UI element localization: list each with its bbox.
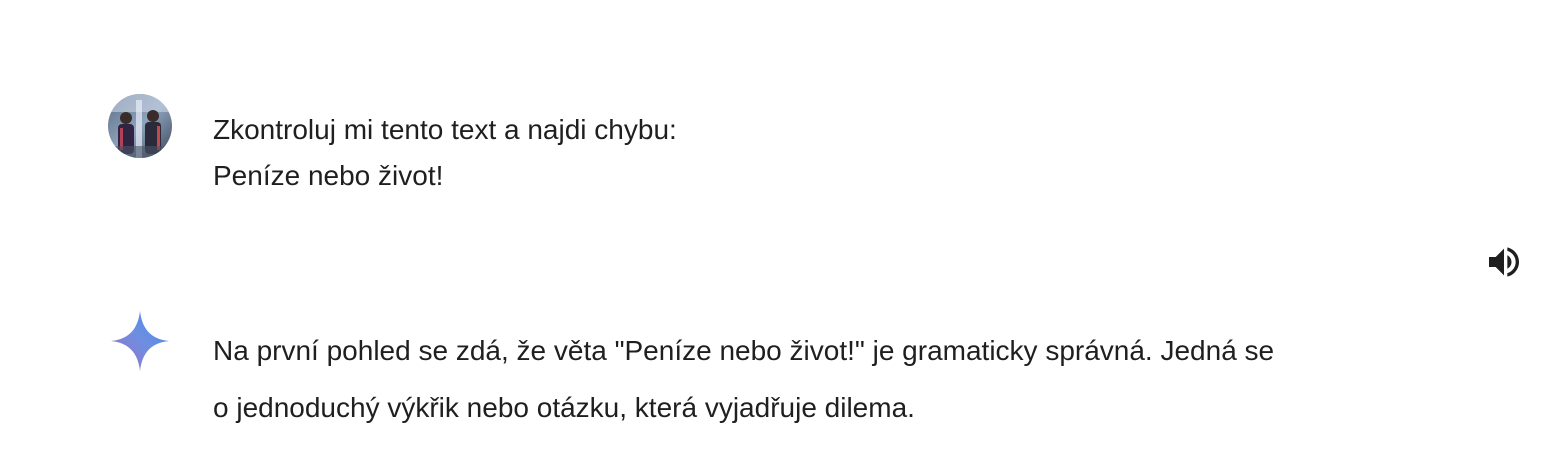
- read-aloud-button[interactable]: [1482, 240, 1526, 284]
- user-message-line: Zkontroluj mi tento text a najdi chybu:: [213, 114, 677, 145]
- gemini-sparkle-icon: [110, 310, 170, 372]
- avatar-photo-icon: [108, 94, 172, 158]
- volume-up-icon: [1489, 247, 1519, 277]
- user-message: Zkontroluj mi tento text a najdi chybu: …: [108, 94, 1408, 204]
- user-message-text: Zkontroluj mi tento text a najdi chybu: …: [213, 107, 677, 199]
- user-message-line: Peníze nebo život!: [213, 160, 444, 191]
- user-avatar[interactable]: [108, 94, 172, 158]
- model-response-line: Na první pohled se zdá, že věta "Peníze …: [213, 335, 1275, 366]
- model-response-line: o jednoduchý výkřik nebo otázku, která v…: [213, 392, 915, 423]
- model-response: Na první pohled se zdá, že věta "Peníze …: [108, 310, 1508, 440]
- model-response-text: Na první pohled se zdá, že věta "Peníze …: [213, 322, 1473, 436]
